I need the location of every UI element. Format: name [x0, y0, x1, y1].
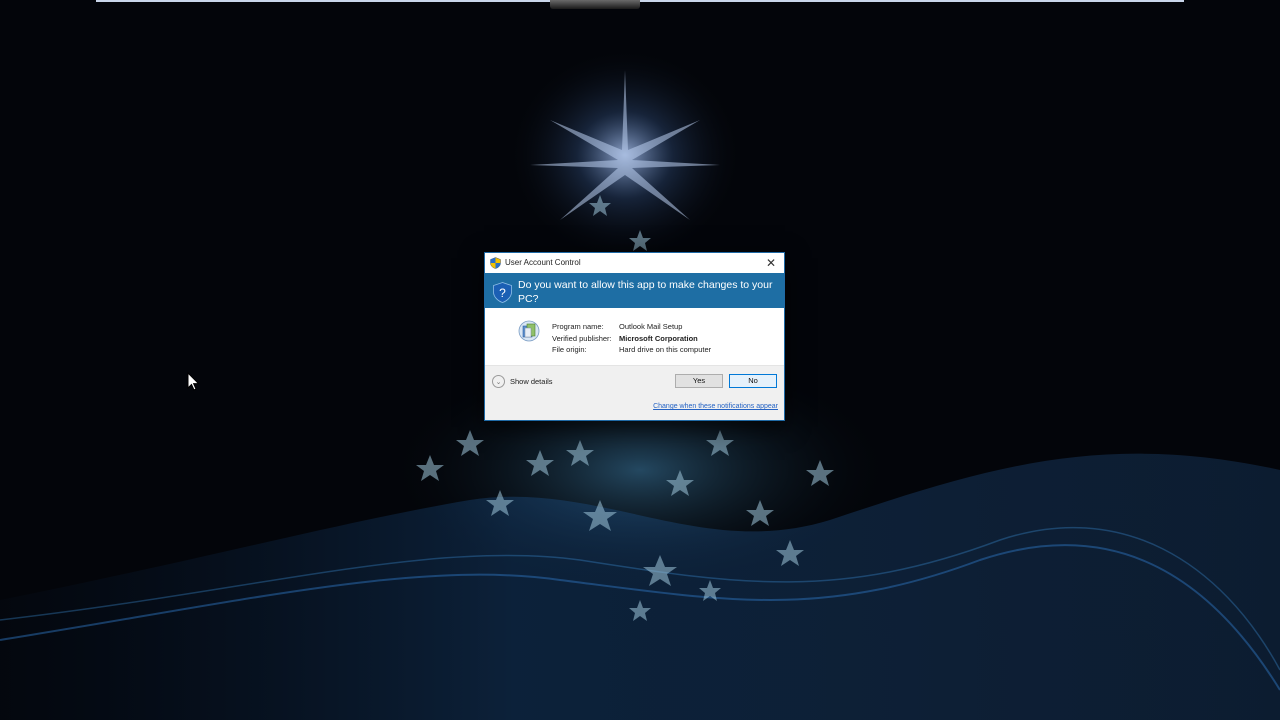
origin-label: File origin: [552, 345, 587, 354]
publisher-row: Verified publisher: Microsoft Corporatio… [552, 333, 711, 345]
program-name-label: Program name: [552, 322, 604, 331]
prompt-banner: ? Do you want to allow this app to make … [485, 273, 784, 308]
yes-button[interactable]: Yes [675, 374, 723, 388]
dialog-titlebar: User Account Control ✕ [485, 253, 784, 273]
prompt-question: Do you want to allow this app to make ch… [518, 279, 773, 305]
mouse-pointer-icon [187, 372, 200, 391]
publisher-label: Verified publisher: [552, 333, 612, 343]
program-name-row: Program name: Outlook Mail Setup [552, 321, 711, 333]
top-notch [550, 0, 640, 9]
chevron-down-icon: ⌄ [492, 375, 505, 388]
svg-text:?: ? [499, 286, 506, 300]
show-details-toggle[interactable]: ⌄ Show details [492, 375, 553, 388]
question-shield-icon: ? [493, 282, 512, 303]
uac-shield-icon [490, 257, 501, 269]
show-details-label: Show details [510, 377, 553, 386]
program-details: Program name: Outlook Mail Setup Verifie… [552, 321, 711, 356]
no-button[interactable]: No [729, 374, 777, 388]
setup-program-icon [518, 320, 540, 342]
publisher-value: Microsoft Corporation [619, 333, 698, 343]
close-button[interactable]: ✕ [760, 254, 782, 272]
top-edge-strip [96, 0, 1184, 2]
program-info: Program name: Outlook Mail Setup Verifie… [485, 308, 784, 365]
origin-row: File origin: Hard drive on this computer [552, 344, 711, 356]
dialog-title: User Account Control [505, 258, 581, 267]
uac-dialog: User Account Control ✕ ? Do you want to … [484, 252, 785, 421]
dialog-footer: ⌄ Show details Yes No Change when these … [485, 365, 784, 420]
origin-value: Hard drive on this computer [619, 345, 712, 354]
program-name-value: Outlook Mail Setup [619, 322, 683, 331]
change-notifications-link[interactable]: Change when these notifications appear [653, 403, 778, 410]
